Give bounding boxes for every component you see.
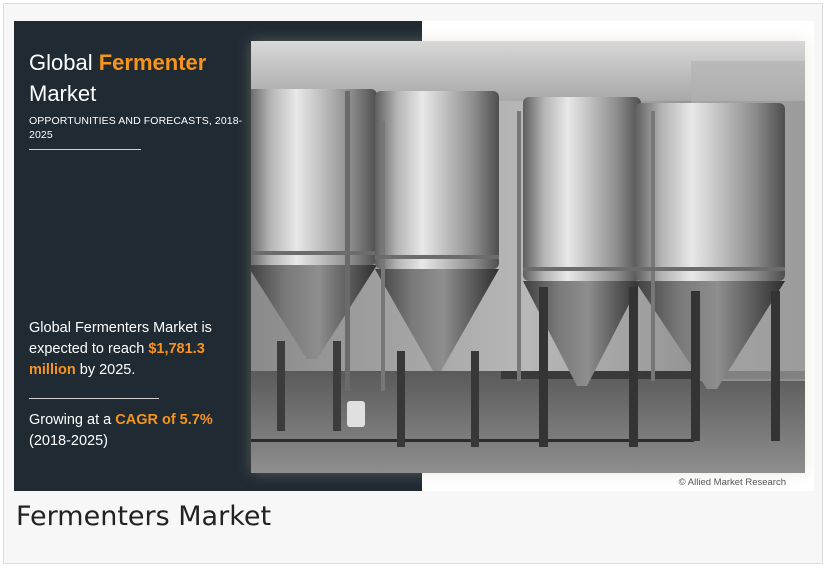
infographic-title: Global Fermenter <box>29 50 206 76</box>
fermenter-tanks-illustration <box>251 41 805 473</box>
copyright-notice: © Allied Market Research <box>678 477 786 488</box>
cagr-value: CAGR of 5.7% <box>115 412 213 428</box>
forecast-statement: Global Fermenters Market is expected to … <box>29 318 254 381</box>
divider <box>29 149 141 150</box>
cagr-statement: Growing at a CAGR of 5.7% (2018-2025) <box>29 410 254 452</box>
fermenter-tanks-photo <box>251 41 805 473</box>
cagr-prefix: Growing at a <box>29 412 112 428</box>
market-infographic: Global Fermenter Market OPPORTUNITIES AN… <box>14 21 814 491</box>
image-caption: Fermenters Market <box>16 501 272 532</box>
infographic-title-line2: Market <box>29 81 97 106</box>
infographic-subtitle: OPPORTUNITIES AND FORECASTS, 2018-2025 <box>29 115 243 141</box>
divider <box>29 398 159 399</box>
forecast-suffix: by 2025. <box>79 362 136 378</box>
content-frame: Global Fermenter Market OPPORTUNITIES AN… <box>3 3 823 564</box>
cagr-period: (2018-2025) <box>29 433 108 449</box>
title-prefix: Global <box>29 50 93 75</box>
title-accent: Fermenter <box>98 50 207 75</box>
